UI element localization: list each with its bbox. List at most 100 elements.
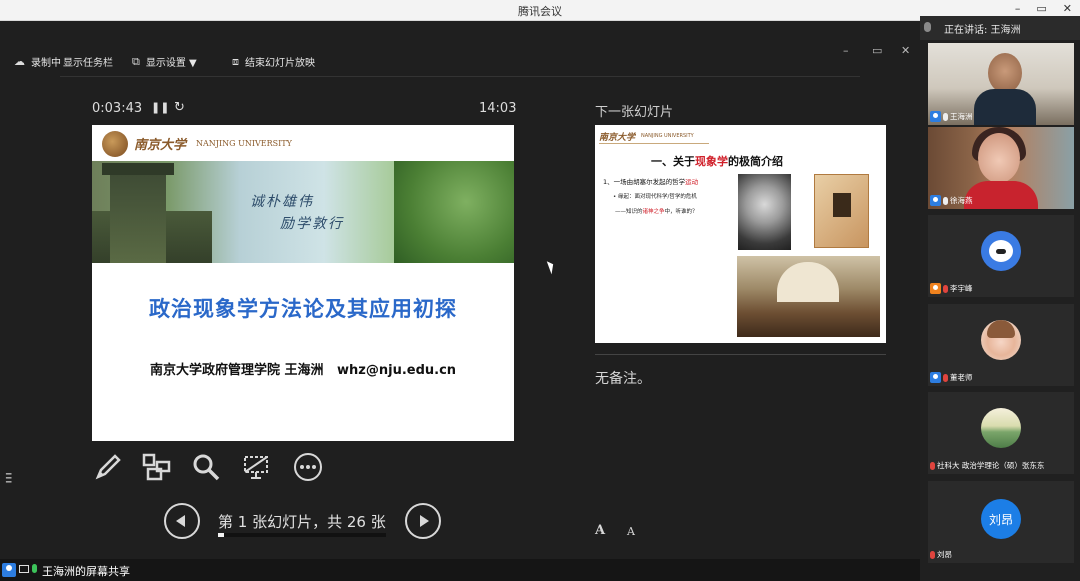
user-badge-icon: [930, 195, 941, 206]
university-name-cn: 南京大学: [134, 138, 187, 153]
minimize-window-button[interactable]: –: [1015, 2, 1021, 15]
window-title: 腾讯会议: [518, 5, 562, 18]
participant-tile[interactable]: 徐海燕: [928, 127, 1074, 209]
pen-icon[interactable]: [92, 451, 124, 483]
current-time: 14:03: [479, 101, 517, 116]
microphone-on-icon: [32, 564, 37, 573]
presenter-toolbar: ☁ 录制中 显示任务栏 ⧉ 显示设置 ▼ ⧈ 结束幻灯片放映 – ▭ ✕: [0, 21, 920, 77]
presenter-close-button[interactable]: ✕: [901, 44, 910, 57]
reset-timer-button[interactable]: ↻: [174, 100, 185, 115]
book-cover-image: [814, 174, 869, 248]
participant-tile[interactable]: 社科大 政治学理论（硕）张东东: [928, 392, 1074, 474]
window-controls: – ▭ ✕: [1015, 2, 1072, 15]
slide-title: 政治现象学方法论及其应用初探: [149, 297, 457, 321]
presenter-tools: [92, 451, 332, 485]
next-slide-header-line: [599, 143, 709, 144]
participant-name: 董老师: [950, 373, 973, 382]
user-badge-icon: [930, 372, 941, 383]
participant-avatar: 刘昂: [981, 499, 1021, 539]
presenter-minimize-button[interactable]: –: [843, 44, 849, 57]
participant-avatar: [981, 320, 1021, 360]
speaker-notes: 无备注。: [595, 371, 651, 387]
end-slideshow-button[interactable]: ⧈ 结束幻灯片放映: [232, 54, 315, 70]
participant-tile[interactable]: 李宇峰: [928, 215, 1074, 297]
participant-name: 李宇峰: [950, 284, 973, 293]
next-slide-bullet-1: 1、一场由胡塞尔发起的哲学运动: [603, 176, 698, 186]
tencent-meeting-window: 腾讯会议 – ▭ ✕ ☁ 录制中 显示任务栏 ⧉ 显示设置 ▼ ⧈ 结束幻灯片放…: [0, 0, 1080, 581]
display-settings-button[interactable]: ⧉ 显示设置 ▼: [132, 54, 197, 70]
display-settings-label: 显示设置 ▼: [145, 58, 197, 69]
microphone-muted-icon: [930, 550, 935, 559]
mouse-cursor-icon: [546, 259, 557, 275]
show-taskbar-label: 显示任务栏: [63, 58, 113, 69]
next-slide-title-pre: 一、关于: [651, 155, 695, 168]
slide-counter: 第 1 张幻灯片，共 26 张: [218, 513, 386, 531]
zoom-icon[interactable]: [190, 451, 222, 483]
close-window-button[interactable]: ✕: [1063, 2, 1072, 15]
title-bar: 腾讯会议 – ▭ ✕: [0, 0, 1080, 21]
speaking-indicator: 正在讲话: 王海洲: [920, 16, 1080, 40]
next-slide-bullet-3: ——知识的诸神之争中，听谁的？: [615, 207, 698, 215]
microphone-icon: [924, 22, 931, 32]
microphone-on-icon: [943, 112, 948, 121]
participant-avatar: [981, 231, 1021, 271]
next-slide-button[interactable]: [405, 503, 441, 539]
cloud-icon: ☁: [14, 55, 25, 68]
next-slide-label: 下一张幻灯片: [595, 105, 674, 120]
screen-share-icon: [19, 565, 29, 573]
bullet-1-highlight: 运动: [685, 178, 699, 186]
presenter-view: ☁ 录制中 显示任务栏 ⧉ 显示设置 ▼ ⧈ 结束幻灯片放映 – ▭ ✕ 0:0…: [0, 21, 920, 559]
university-name-en: NANJING UNIVERSITY: [196, 139, 292, 148]
participant-name: 刘昂: [937, 550, 952, 559]
building-tower: [102, 163, 174, 263]
tree-foliage: [394, 161, 514, 263]
decrease-font-button[interactable]: A: [627, 525, 635, 538]
microphone-muted-icon: [930, 461, 935, 470]
status-bar: 王海洲的屏幕共享: [0, 559, 920, 581]
university-seal-icon: [102, 131, 128, 157]
next-slide-preview[interactable]: 南京大学 NANJING UNIVERSITY 一、关于现象学的极简介绍 1、一…: [595, 125, 886, 343]
bullet-3-text-pre: ——知识的: [615, 209, 643, 215]
participant-tile[interactable]: 董老师: [928, 304, 1074, 386]
display-settings-icon: ⧉: [132, 54, 140, 68]
participant-nameplate: 王海洲: [930, 110, 973, 123]
slide-subtitle: 南京大学政府管理学院 王海洲 whz@nju.edu.cn: [149, 363, 457, 378]
user-badge-icon: [930, 111, 941, 122]
pause-timer-button[interactable]: ❚❚: [151, 101, 169, 114]
participant-panel: 正在讲话: 王海洲 王海洲 徐海燕 李宇峰 董老师 社科大 政治学理论（硕）张东…: [920, 16, 1080, 581]
next-slide-school-cn: 南京大学: [599, 133, 636, 143]
participant-nameplate: 李宇峰: [930, 282, 973, 295]
toolbar-divider: [60, 76, 860, 77]
bullet-3-highlight: 诸神之争: [642, 209, 665, 215]
more-options-icon[interactable]: [292, 451, 324, 483]
participant-nameplate: 刘昂: [930, 548, 952, 561]
participant-avatar: [981, 408, 1021, 448]
campus-banner-image: 诚朴雄伟 励学敦行: [92, 161, 514, 263]
user-badge-icon: [2, 563, 16, 577]
microphone-muted-icon: [943, 284, 948, 293]
bullet-1-text: 1、一场由胡塞尔发起的哲学: [603, 178, 686, 186]
list-icon[interactable]: ━ ━ ━: [6, 471, 16, 488]
next-slide-bullet-2: • 缘起：面对现代科学/哲学的危机: [613, 194, 697, 200]
elapsed-timer: 0:03:43: [92, 101, 143, 116]
participant-tile[interactable]: 刘昂 刘昂: [928, 481, 1074, 563]
participant-tile[interactable]: 王海洲: [928, 43, 1074, 125]
record-hint: 录制中: [31, 58, 61, 69]
end-slideshow-label: 结束幻灯片放映: [245, 58, 315, 69]
current-slide: 南京大学 NANJING UNIVERSITY 诚朴雄伟 励学敦行 政治现象学方…: [92, 125, 514, 441]
maximize-window-button[interactable]: ▭: [1036, 2, 1046, 15]
participant-nameplate: 徐海燕: [930, 194, 973, 207]
black-screen-icon[interactable]: [240, 451, 272, 483]
previous-slide-button[interactable]: [164, 503, 200, 539]
presenter-restore-button[interactable]: ▭: [872, 44, 882, 57]
participant-name: 徐海燕: [950, 196, 973, 205]
slide-progress-fill: [218, 533, 225, 537]
see-all-slides-icon[interactable]: [140, 451, 172, 483]
increase-font-button[interactable]: A: [595, 523, 605, 538]
end-slideshow-icon: ⧈: [232, 54, 239, 68]
slide-progress-track: [218, 533, 386, 537]
participant-name: 王海洲: [950, 112, 973, 121]
show-taskbar-button[interactable]: ☁ 录制中 显示任务栏: [14, 54, 113, 69]
speaking-label: 正在讲话: 王海洲: [944, 25, 1021, 36]
next-slide-title-highlight: 现象学: [695, 155, 728, 168]
